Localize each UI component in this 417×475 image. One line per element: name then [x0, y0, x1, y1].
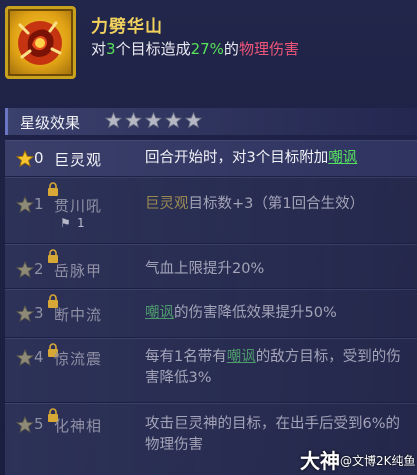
- taunt-link[interactable]: 嘲讽: [145, 305, 174, 321]
- effect-name: 贯川吼: [54, 197, 103, 215]
- star-icon: [16, 261, 34, 279]
- effect-name: 巨灵观: [54, 151, 103, 169]
- effect-description: 嘲讽的伤害降低效果提升50%: [145, 305, 337, 321]
- desc-text: 的: [223, 40, 239, 58]
- star-row-3[interactable]: 3 断中流 嘲讽的伤害降低效果提升50%: [5, 289, 417, 337]
- fist-skill-icon: [5, 6, 76, 79]
- gold-star-icon: [16, 150, 34, 168]
- star-icon: [145, 112, 162, 129]
- star-level: 1: [34, 195, 44, 213]
- star-level: 4: [34, 348, 44, 366]
- star-icon: [165, 112, 182, 129]
- effect-description: 每有1名带有嘲讽的敌方目标，受到的伤害降低3%: [145, 349, 401, 386]
- star-level: 0: [34, 149, 44, 167]
- flag-icon: ⚑: [60, 216, 71, 230]
- star-effects-header: 星级效果: [5, 108, 417, 135]
- star-icon: [125, 112, 142, 129]
- star-level: 2: [34, 260, 44, 278]
- watermark-text: @文博2K纯鱼: [340, 454, 416, 468]
- star-icon: [185, 112, 202, 129]
- star-row-0[interactable]: 0 巨灵观 回合开始时，对3个目标附加嘲讽: [5, 140, 417, 176]
- star-row-2[interactable]: 2 岳脉甲 气血上限提升20%: [5, 244, 417, 288]
- damage-type: 物理伤害: [238, 40, 299, 58]
- effect-name: 惊流震: [54, 350, 103, 368]
- desc-text: 个目标造成: [115, 40, 191, 58]
- effect-description: 气血上限提升20%: [145, 261, 265, 277]
- effect-description: 回合开始时，对3个目标附加嘲讽: [145, 150, 358, 166]
- star-icon: [16, 305, 34, 323]
- star-icon: [16, 349, 34, 367]
- effect-description: 攻击巨灵神的目标，在出手后受到6%的物理伤害: [145, 416, 401, 453]
- effect-name: 岳脉甲: [54, 262, 103, 280]
- watermark-logo: 大神: [300, 449, 340, 473]
- target-count: 3: [106, 40, 116, 58]
- lock-icon: [48, 182, 58, 196]
- skill-panel: 力劈华山 对3个目标造成27%的物理伤害 星级效果 0 巨灵观 回合开始时，对3…: [0, 0, 417, 475]
- flag-count: 1: [77, 216, 85, 230]
- skill-description: 对3个目标造成27%的物理伤害: [91, 38, 299, 59]
- effect-name: 化神相: [54, 417, 103, 435]
- star-row-4[interactable]: 4 惊流震 每有1名带有嘲讽的敌方目标，受到的伤害降低3%: [5, 338, 417, 402]
- star-rating: [105, 112, 202, 129]
- star-row-1[interactable]: 1 贯川吼 ⚑ 1 巨灵观目标数+3（第1回合生效）: [5, 177, 417, 243]
- star-effects-label: 星级效果: [20, 114, 81, 132]
- skill-title: 力劈华山: [91, 17, 163, 37]
- effect-description: 巨灵观目标数+3（第1回合生效）: [145, 196, 365, 212]
- star-level: 5: [34, 415, 44, 433]
- star-icon: [16, 196, 34, 214]
- star-icon: [105, 112, 122, 129]
- taunt-link[interactable]: 嘲讽: [227, 349, 256, 365]
- effect-name: 断中流: [54, 306, 103, 324]
- star-icon: [16, 416, 34, 434]
- damage-percent: 27%: [190, 40, 224, 58]
- taunt-link[interactable]: 嘲讽: [328, 150, 357, 166]
- desc-text: 对: [91, 40, 107, 58]
- star-level: 3: [34, 304, 44, 322]
